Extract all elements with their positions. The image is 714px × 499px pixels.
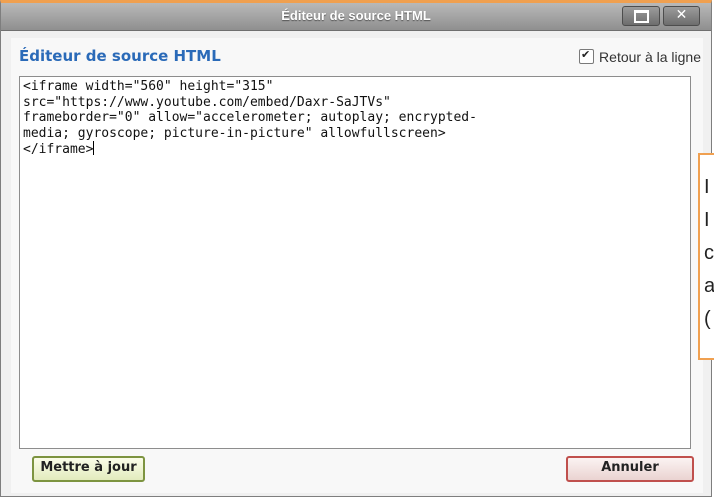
html-source-editor-dialog: Éditeur de source HTML ✕ Éditeur de sour… [0, 0, 712, 497]
callout-line: I [704, 176, 710, 198]
cancel-button[interactable]: Annuler [566, 456, 694, 482]
word-wrap-label: Retour à la ligne [599, 49, 701, 65]
editor-panel: Éditeur de source HTML Retour à la ligne… [11, 38, 703, 493]
html-source-textarea[interactable]: <iframe width="560" height="315" src="ht… [19, 76, 691, 449]
side-callout-box: I I c a ( [698, 153, 714, 360]
close-icon: ✕ [675, 7, 688, 23]
callout-line: I [704, 209, 710, 231]
maximize-button[interactable] [622, 6, 660, 26]
callout-line: a [704, 270, 714, 303]
update-button[interactable]: Mettre à jour [32, 456, 145, 482]
editor-content: <iframe width="560" height="315" src="ht… [23, 79, 477, 157]
callout-line: ( [704, 308, 711, 330]
text-caret [93, 141, 95, 155]
callout-line: c [704, 242, 714, 264]
word-wrap-checkbox[interactable] [579, 48, 595, 64]
title-bar[interactable]: Éditeur de source HTML ✕ [1, 3, 711, 31]
dialog-title: Éditeur de source HTML [281, 8, 431, 23]
maximize-icon [633, 10, 649, 23]
panel-heading: Éditeur de source HTML [19, 47, 221, 65]
close-button[interactable]: ✕ [663, 6, 700, 26]
word-wrap-option[interactable]: Retour à la ligne [579, 48, 701, 65]
